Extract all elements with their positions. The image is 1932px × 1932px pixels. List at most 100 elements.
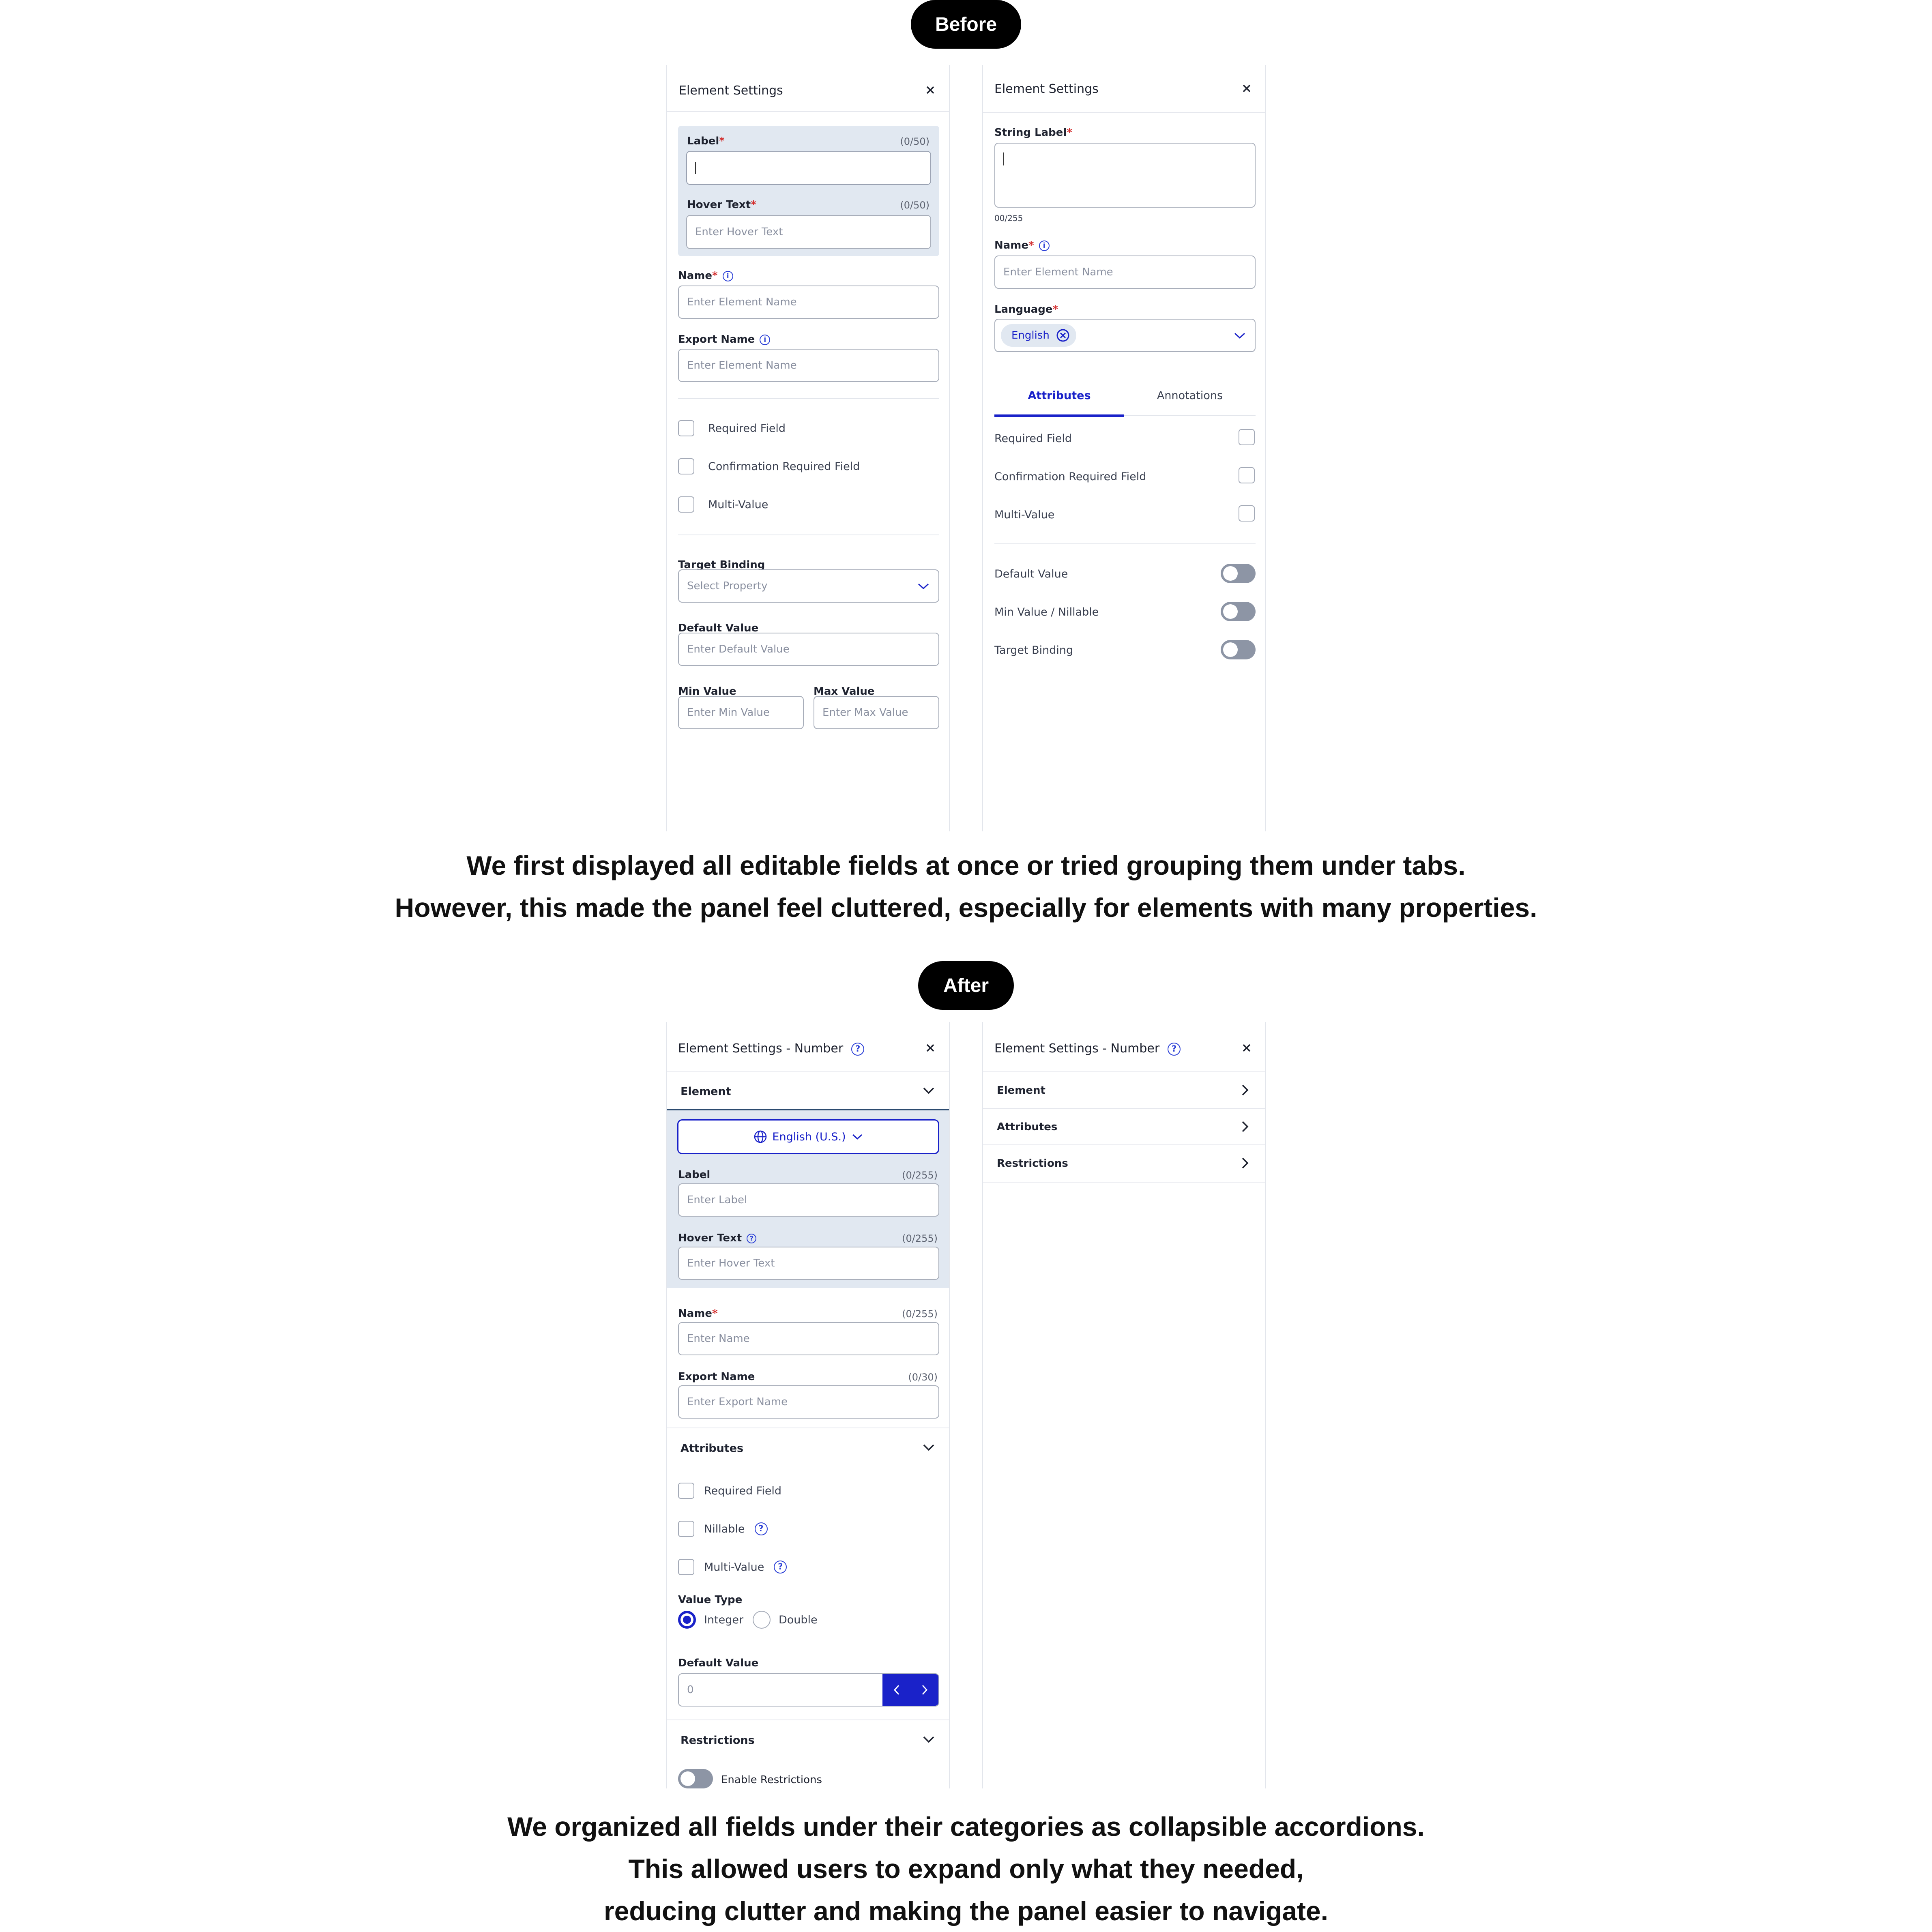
- chevron-right-icon: [922, 1685, 927, 1695]
- accordion-attributes-header[interactable]: Attributes: [667, 1428, 949, 1466]
- divider: [994, 543, 1256, 544]
- help-icon[interactable]: ?: [754, 1522, 768, 1535]
- target-binding-select[interactable]: Select Property: [678, 569, 939, 603]
- chevron-down-icon: [852, 1134, 862, 1140]
- confirmation-required-checkbox[interactable]: [1239, 467, 1255, 483]
- close-icon[interactable]: [923, 1041, 938, 1055]
- tab-annotations[interactable]: Annotations: [1124, 389, 1256, 402]
- close-icon[interactable]: [1239, 1041, 1254, 1055]
- max-value-input[interactable]: Enter Max Value: [814, 696, 939, 729]
- label-input[interactable]: [686, 151, 931, 185]
- multi-value-checkbox[interactable]: Multi-Value?: [678, 1559, 787, 1575]
- language-chip[interactable]: English: [1001, 324, 1076, 347]
- label-counter: (0/255): [902, 1170, 938, 1181]
- nav-row-restrictions[interactable]: Restrictions: [983, 1145, 1265, 1183]
- caption-before-line-2: However, this made the panel feel clutte…: [395, 893, 1537, 923]
- info-icon[interactable]: i: [760, 334, 771, 345]
- multi-value-checkbox[interactable]: [1239, 505, 1255, 522]
- min-value-nillable-toggle[interactable]: [1221, 602, 1256, 621]
- string-label-textarea[interactable]: [994, 143, 1256, 208]
- increment-button[interactable]: [910, 1674, 938, 1706]
- hover-text-counter: (0/255): [902, 1233, 938, 1244]
- info-icon[interactable]: i: [722, 270, 733, 281]
- tab-bar-divider: [1124, 415, 1256, 416]
- label-counter: (0/50): [900, 136, 930, 147]
- hover-text-input[interactable]: Enter Hover Text: [678, 1247, 939, 1280]
- min-value-input[interactable]: Enter Min Value: [678, 696, 804, 729]
- help-icon[interactable]: ?: [851, 1042, 865, 1056]
- language-select[interactable]: English: [994, 319, 1256, 352]
- name-input[interactable]: Enter Element Name: [994, 255, 1256, 289]
- enable-restrictions-toggle[interactable]: [678, 1769, 713, 1788]
- nav-row-attributes[interactable]: Attributes: [983, 1109, 1265, 1145]
- caption-before-line-1: We first displayed all editable fields a…: [466, 850, 1466, 880]
- required-field-checkbox[interactable]: [1239, 429, 1255, 445]
- nav-row-element[interactable]: Element: [983, 1072, 1265, 1109]
- panel-title: Element Settings - Number?: [678, 1041, 865, 1056]
- hover-text-field-label: Hover Text*: [687, 199, 756, 211]
- decrement-button[interactable]: [882, 1674, 910, 1706]
- name-field-label: Name* i: [678, 270, 733, 282]
- name-input[interactable]: Enter Element Name: [678, 286, 939, 319]
- chevron-right-icon: [1242, 1157, 1249, 1169]
- help-icon[interactable]: ?: [774, 1561, 787, 1574]
- value-type-label: Value Type: [678, 1594, 743, 1606]
- confirmation-required-checkbox[interactable]: Confirmation Required Field: [678, 458, 860, 474]
- multi-value-label: Multi-Value: [994, 509, 1055, 521]
- label-field-label: Label: [678, 1169, 711, 1181]
- export-name-input[interactable]: Enter Element Name: [678, 349, 939, 382]
- caption-after-line-2: This allowed users to expand only what t…: [628, 1854, 1304, 1884]
- export-name-counter: (0/30): [908, 1372, 938, 1383]
- after-right-panel: Element Settings - Number? Element Attri…: [982, 1022, 1266, 1788]
- name-input[interactable]: Enter Name: [678, 1322, 939, 1355]
- value-type-double-radio[interactable]: Double: [753, 1611, 818, 1629]
- nillable-checkbox[interactable]: Nillable?: [678, 1521, 768, 1537]
- required-field-checkbox[interactable]: Required Field: [678, 420, 786, 436]
- panel-title: Element Settings - Number?: [994, 1041, 1181, 1056]
- enable-restrictions-label: Enable Restrictions: [721, 1774, 822, 1786]
- target-binding-toggle[interactable]: [1221, 640, 1256, 659]
- accordion-restrictions-header[interactable]: Restrictions: [667, 1719, 949, 1758]
- chevron-right-icon: [1242, 1121, 1249, 1132]
- help-icon[interactable]: ?: [1168, 1042, 1181, 1056]
- chevron-down-icon: [1234, 333, 1245, 339]
- language-button[interactable]: English (U.S.): [677, 1119, 939, 1154]
- string-label-counter: 00/255: [994, 213, 1023, 223]
- name-field-label: Name*: [678, 1307, 718, 1320]
- help-icon[interactable]: ?: [747, 1233, 757, 1243]
- info-icon[interactable]: i: [1039, 240, 1050, 251]
- export-name-input[interactable]: Enter Export Name: [678, 1385, 939, 1419]
- required-field-checkbox[interactable]: Required Field: [678, 1483, 781, 1499]
- export-name-field-label: Export Name: [678, 1371, 755, 1383]
- chevron-down-icon: [923, 1736, 934, 1743]
- min-value-nillable-toggle-label: Min Value / Nillable: [994, 606, 1099, 618]
- panel-header: Element Settings - Number?: [667, 1022, 949, 1072]
- default-value-toggle[interactable]: [1221, 564, 1256, 583]
- after-left-panel: Element Settings - Number? Element Engli…: [666, 1022, 950, 1788]
- hover-text-input[interactable]: Enter Hover Text: [686, 215, 931, 249]
- before-left-panel: Element Settings Label* (0/50) Hover Tex…: [666, 65, 950, 831]
- close-icon[interactable]: [1239, 81, 1254, 96]
- label-input[interactable]: Enter Label: [678, 1183, 939, 1217]
- default-value-toggle-label: Default Value: [994, 568, 1068, 580]
- value-type-integer-radio[interactable]: Integer: [678, 1611, 743, 1629]
- remove-chip-icon[interactable]: [1056, 328, 1070, 342]
- caption-after-line-1: We organized all fields under their cate…: [507, 1812, 1425, 1842]
- default-value-stepper[interactable]: 0: [678, 1673, 939, 1707]
- default-value-input[interactable]: Enter Default Value: [678, 633, 939, 666]
- caption-after-line-3: reducing clutter and making the panel ea…: [603, 1896, 1329, 1926]
- hover-text-field-label: Hover Text?: [678, 1232, 757, 1244]
- chevron-right-icon: [1242, 1084, 1249, 1096]
- close-icon[interactable]: [923, 83, 938, 97]
- name-field-label: Name* i: [994, 239, 1050, 251]
- chevron-down-icon: [923, 1444, 934, 1451]
- tab-attributes[interactable]: Attributes: [994, 389, 1124, 402]
- chevron-down-icon: [918, 583, 929, 590]
- after-pill: After: [918, 961, 1014, 1010]
- hover-text-counter: (0/50): [900, 200, 930, 211]
- multi-value-checkbox[interactable]: Multi-Value: [678, 496, 768, 513]
- stepper-buttons: [882, 1674, 938, 1706]
- globe-icon: [754, 1130, 767, 1143]
- accordion-element-header[interactable]: Element: [667, 1072, 949, 1110]
- tab-attributes-indicator: [994, 414, 1124, 417]
